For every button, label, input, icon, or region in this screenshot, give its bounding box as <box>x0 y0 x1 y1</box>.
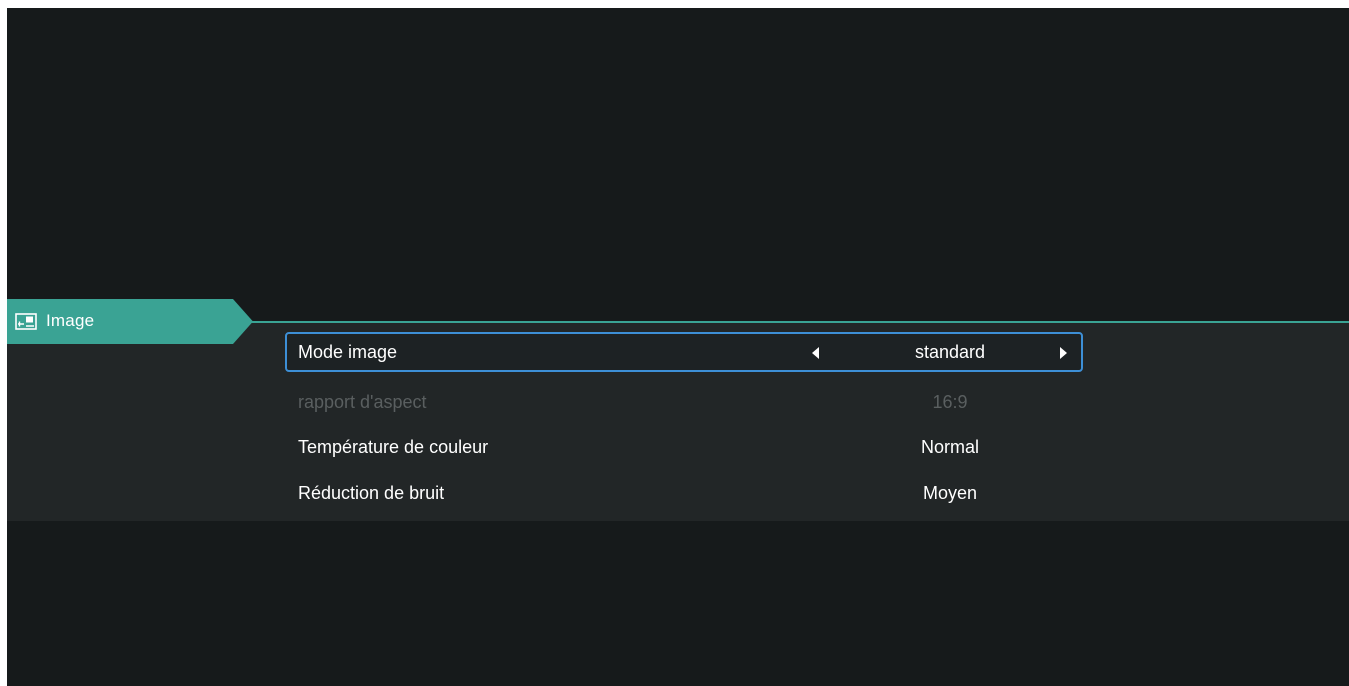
category-tab-image[interactable]: Image <box>7 299 253 344</box>
setting-value: Moyen <box>922 483 978 503</box>
accent-divider <box>247 321 1349 323</box>
arrow-right-icon[interactable] <box>1060 347 1067 359</box>
setting-label: Température de couleur <box>298 437 489 457</box>
setting-label: Mode image <box>298 342 398 362</box>
setting-label: Réduction de bruit <box>298 483 445 503</box>
setting-value: Normal <box>920 437 979 457</box>
setting-row-mode-image[interactable]: Mode image standard <box>285 332 1083 372</box>
tv-settings-screen: Image Mode image standard rapport d'aspe… <box>7 8 1349 686</box>
setting-value: standard <box>914 342 986 362</box>
setting-label: rapport d'aspect <box>298 392 427 412</box>
category-label: Image <box>46 310 95 330</box>
picture-settings-icon <box>15 313 37 330</box>
setting-value: 16:9 <box>932 392 968 412</box>
arrow-left-icon[interactable] <box>812 347 819 359</box>
setting-row-color-temperature[interactable]: Température de couleur Normal <box>285 427 1083 467</box>
setting-row-aspect-ratio: rapport d'aspect 16:9 <box>285 382 1083 422</box>
setting-row-noise-reduction[interactable]: Réduction de bruit Moyen <box>285 473 1083 513</box>
